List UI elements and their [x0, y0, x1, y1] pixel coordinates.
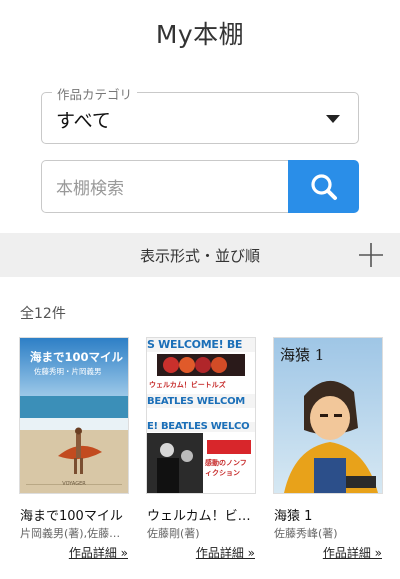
page-title: My本棚 — [155, 20, 245, 49]
search-bar: 本棚検索 — [41, 160, 359, 213]
app-header: My本棚 — [0, 0, 400, 64]
cover-note: 感動のノンフィクション — [205, 459, 247, 477]
book-cover[interactable]: S WELCOME! BE BEATLES WELCOM E! BEATLES … — [147, 338, 255, 493]
cover-subtitle: 佐藤秀明・片岡義男 — [34, 367, 102, 376]
search-icon — [310, 173, 337, 200]
cover-title: 海猿 1 — [280, 346, 325, 364]
book-title: ウェルカム！ビ… — [147, 509, 251, 524]
cover-title: 海まで100マイル — [30, 350, 124, 364]
category-legend: 作品カテゴリ — [52, 84, 138, 103]
search-placeholder: 本棚検索 — [56, 179, 124, 199]
category-select[interactable]: 作品カテゴリ すべて — [41, 84, 359, 144]
cover-title: ウェルカム！ビートルズ — [149, 381, 226, 389]
book-author: 片岡義男(著),佐藤… — [20, 527, 121, 540]
book-author: 佐藤秀峰(著) — [274, 527, 338, 540]
search-input[interactable]: 本棚検索 — [41, 160, 289, 213]
plus-icon[interactable] — [358, 242, 384, 268]
result-count: 全12件 — [20, 306, 66, 322]
book-cover[interactable]: 海まで100マイル 佐藤秀明・片岡義男 VOYAGER — [20, 338, 128, 493]
book-title: 海猿 1 — [274, 509, 313, 524]
cover-publisher: VOYAGER — [62, 481, 86, 487]
cover-banner: S WELCOME! BE — [147, 338, 243, 351]
category-value: すべて — [56, 110, 111, 132]
book-title: 海まで100マイル — [20, 509, 123, 524]
book-detail-link[interactable]: 作品詳細 » — [20, 544, 128, 561]
search-button[interactable] — [288, 160, 359, 213]
cover-banner-3: E! BEATLES WELCO — [147, 421, 250, 432]
cover-banner-2: BEATLES WELCOM — [147, 396, 245, 407]
book-list: 海まで100マイル 佐藤秀明・片岡義男 VOYAGER 海まで100マイル 片岡… — [20, 338, 390, 568]
book-detail-link[interactable]: 作品詳細 » — [274, 544, 382, 561]
book-cover[interactable]: 海猿 1 — [274, 338, 382, 493]
book-author: 佐藤剛(著) — [147, 527, 200, 540]
caret-down-icon — [326, 115, 340, 123]
sort-bar[interactable]: 表示形式・並び順 — [0, 233, 400, 277]
book-detail-link[interactable]: 作品詳細 » — [147, 544, 255, 561]
sort-label: 表示形式・並び順 — [139, 247, 260, 265]
